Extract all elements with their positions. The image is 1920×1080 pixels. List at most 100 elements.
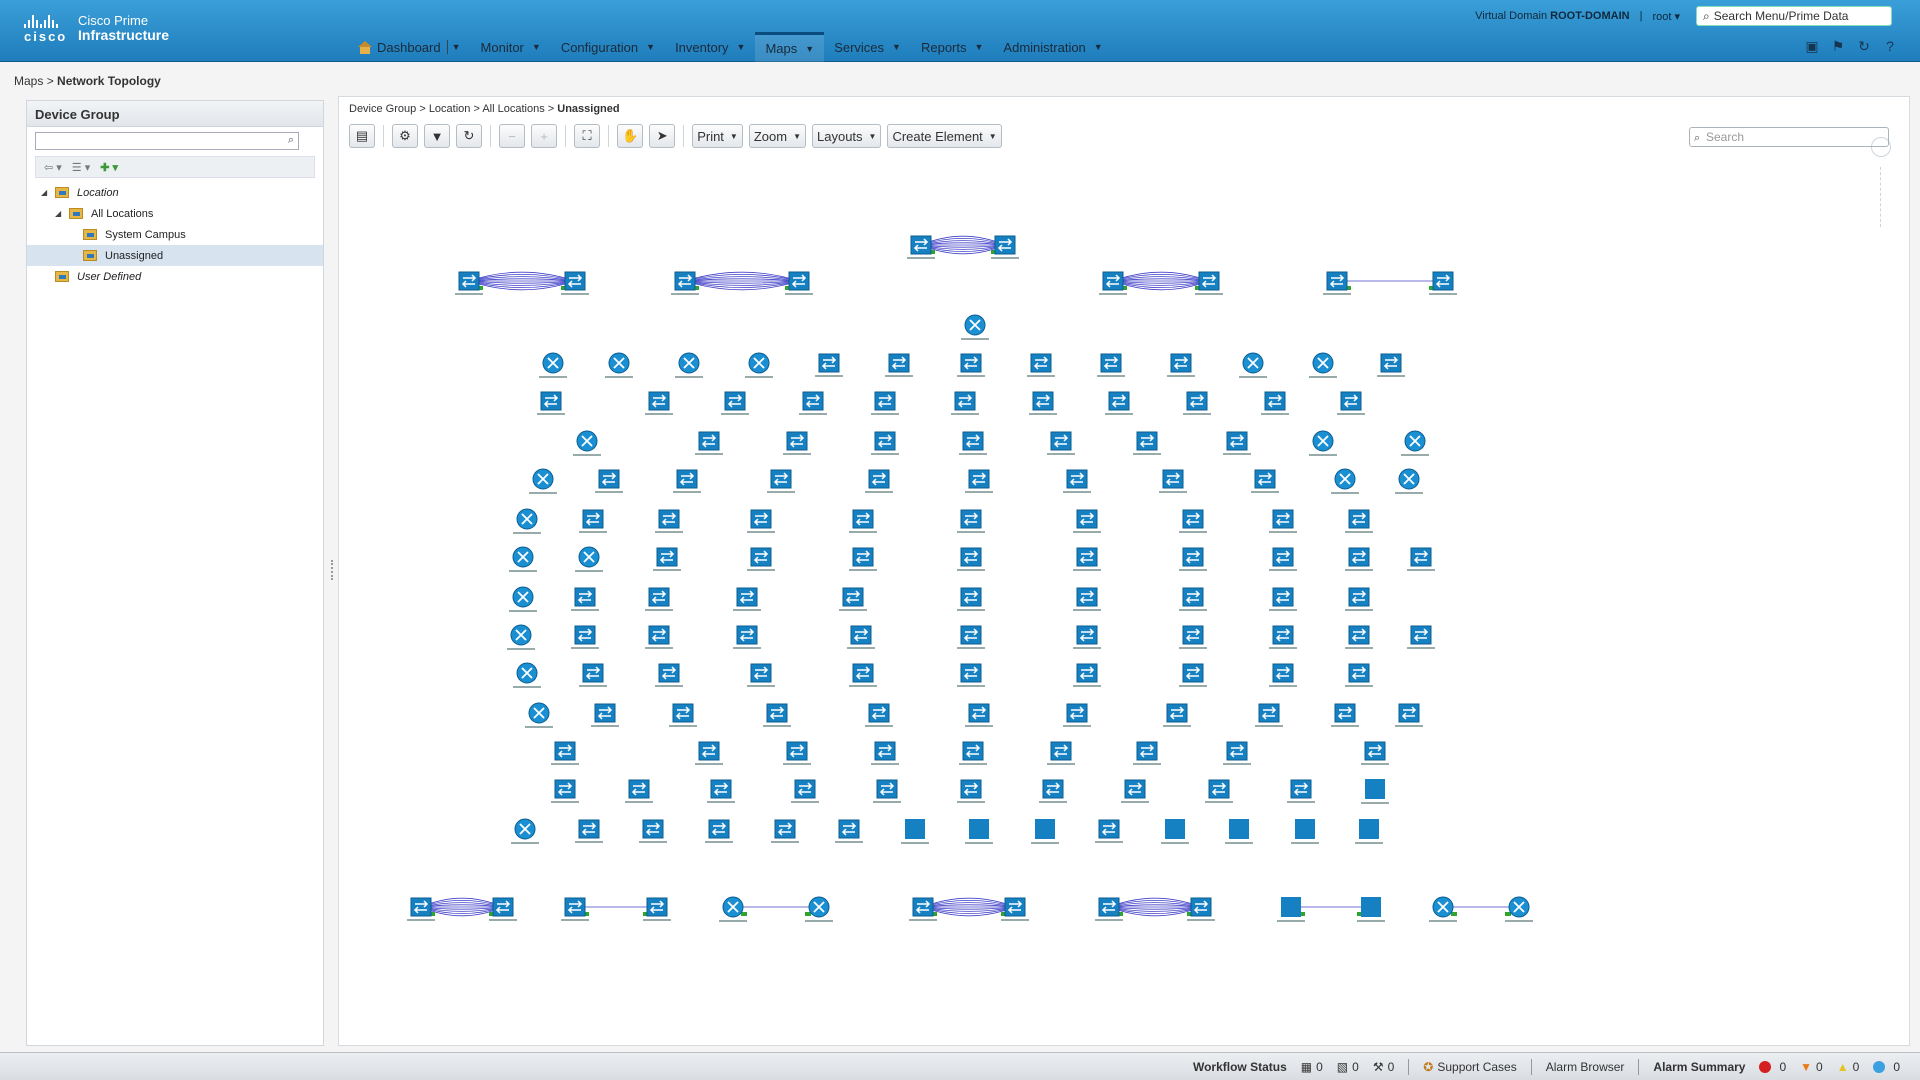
switch-node-icon[interactable] [1047, 431, 1075, 455]
switch-node-icon[interactable] [1345, 625, 1373, 649]
switch-node-icon[interactable] [645, 587, 673, 611]
switch-node-icon[interactable] [489, 897, 517, 921]
switch-node-icon[interactable] [839, 587, 867, 611]
virtual-domain[interactable]: Virtual Domain ROOT-DOMAIN [1475, 10, 1629, 22]
tree-view-icon[interactable]: ☰ ▾ [72, 161, 90, 174]
switch-node-icon[interactable] [645, 625, 673, 649]
switch-node-icon[interactable] [763, 703, 791, 727]
alarm-major[interactable]: ▼ 0 [1800, 1060, 1823, 1074]
switch-node-icon[interactable] [1097, 353, 1125, 377]
switch-node-icon[interactable] [1027, 353, 1055, 377]
switch-node-icon[interactable] [1269, 509, 1297, 533]
switch-node-icon[interactable] [799, 391, 827, 415]
switch-node-icon[interactable] [1361, 741, 1389, 765]
fit-to-screen-button[interactable]: ⛶ [574, 124, 600, 148]
alarm-summary[interactable]: Alarm Summary [1653, 1060, 1745, 1074]
workflow-count-2[interactable]: ▧ 0 [1337, 1060, 1359, 1074]
switch-node-icon[interactable] [1133, 741, 1161, 765]
switch-node-icon[interactable] [655, 663, 683, 687]
router-node-icon[interactable] [1505, 896, 1533, 922]
switch-node-icon[interactable] [551, 741, 579, 765]
panel-splitter[interactable] [330, 100, 334, 1046]
chat-icon[interactable]: ▣ [1804, 38, 1820, 54]
switch-node-icon[interactable] [1063, 703, 1091, 727]
refresh-icon[interactable]: ↻ [1856, 38, 1872, 54]
filter-button[interactable]: ▼ [424, 124, 450, 148]
switch-node-icon[interactable] [1269, 625, 1297, 649]
switch-node-icon[interactable] [595, 469, 623, 493]
switch-node-icon[interactable] [1261, 391, 1289, 415]
pan-tool-button[interactable]: ✋ [617, 124, 644, 148]
switch-node-icon[interactable] [639, 819, 667, 843]
switch-node-icon[interactable] [1095, 819, 1123, 843]
switch-node-icon[interactable] [1039, 779, 1067, 803]
tree-node-user-defined[interactable]: User Defined [27, 266, 323, 287]
zoom-in-button[interactable]: + [531, 124, 557, 148]
back-arrow-icon[interactable]: ⇦ ▾ [44, 161, 62, 174]
switch-node-icon[interactable] [1195, 271, 1223, 295]
switch-node-icon[interactable] [1337, 391, 1365, 415]
cisco-logo[interactable]: cisco Cisco Prime Infrastructure [24, 14, 169, 44]
switch-node-icon[interactable] [847, 625, 875, 649]
nav-monitor[interactable]: Monitor ▼ [471, 32, 551, 62]
switch-node-icon[interactable] [1187, 897, 1215, 921]
switch-node-icon[interactable] [591, 703, 619, 727]
switch-node-icon[interactable] [1105, 391, 1133, 415]
switch-node-icon[interactable] [1179, 587, 1207, 611]
alarm-browser[interactable]: Alarm Browser [1546, 1060, 1625, 1074]
help-icon[interactable]: ? [1882, 38, 1898, 54]
switch-node-icon[interactable] [849, 547, 877, 571]
topology-link[interactable] [1112, 271, 1210, 291]
router-node-icon[interactable] [1395, 468, 1423, 494]
topology-link[interactable] [1443, 906, 1519, 916]
switch-node-icon[interactable] [625, 779, 653, 803]
switch-node-icon[interactable] [815, 353, 843, 377]
topology-link[interactable] [575, 906, 657, 916]
device-group-search-input[interactable]: ⌕ [35, 132, 299, 150]
switch-node-icon[interactable] [747, 663, 775, 687]
switch-node-icon[interactable] [561, 897, 589, 921]
switch-node-icon[interactable] [885, 353, 913, 377]
switch-node-icon[interactable] [871, 431, 899, 455]
switch-node-icon[interactable] [1377, 353, 1405, 377]
router-node-icon[interactable] [1331, 468, 1359, 494]
switch-node-icon[interactable] [1029, 391, 1057, 415]
topology-link[interactable] [733, 906, 819, 916]
switch-node-icon[interactable] [1429, 271, 1457, 295]
switch-node-icon[interactable] [783, 431, 811, 455]
switch-node-icon[interactable] [1063, 469, 1091, 493]
nav-services[interactable]: Services ▼ [824, 32, 911, 62]
unknown-device-icon[interactable] [1161, 819, 1189, 844]
switch-node-icon[interactable] [965, 469, 993, 493]
unknown-device-icon[interactable] [1357, 897, 1385, 922]
switch-node-icon[interactable] [1163, 703, 1191, 727]
switch-node-icon[interactable] [1095, 897, 1123, 921]
expand-arrow-icon[interactable]: ◢ [41, 188, 55, 197]
unknown-device-icon[interactable] [901, 819, 929, 844]
breadcrumb-maps[interactable]: Maps [14, 74, 43, 88]
switch-node-icon[interactable] [1287, 779, 1315, 803]
switch-node-icon[interactable] [771, 819, 799, 843]
switch-node-icon[interactable] [537, 391, 565, 415]
switch-node-icon[interactable] [1345, 663, 1373, 687]
select-tool-button[interactable]: ➤ [649, 124, 676, 148]
router-node-icon[interactable] [509, 586, 537, 612]
switch-node-icon[interactable] [957, 509, 985, 533]
switch-node-icon[interactable] [571, 625, 599, 649]
switch-node-icon[interactable] [957, 587, 985, 611]
switch-node-icon[interactable] [551, 779, 579, 803]
unknown-device-icon[interactable] [1031, 819, 1059, 844]
switch-node-icon[interactable] [1001, 897, 1029, 921]
switch-node-icon[interactable] [1345, 509, 1373, 533]
workflow-status[interactable]: Workflow Status [1193, 1060, 1287, 1074]
layouts-menu[interactable]: Layouts ▼ [812, 124, 882, 148]
switch-node-icon[interactable] [951, 391, 979, 415]
switch-node-icon[interactable] [1047, 741, 1075, 765]
alarm-minor[interactable]: ▲ 0 [1837, 1060, 1860, 1074]
router-node-icon[interactable] [719, 896, 747, 922]
switch-node-icon[interactable] [1073, 509, 1101, 533]
switch-node-icon[interactable] [1345, 587, 1373, 611]
topology-link[interactable] [920, 235, 1006, 255]
router-node-icon[interactable] [513, 508, 541, 534]
refresh-button[interactable]: ↻ [456, 124, 482, 148]
